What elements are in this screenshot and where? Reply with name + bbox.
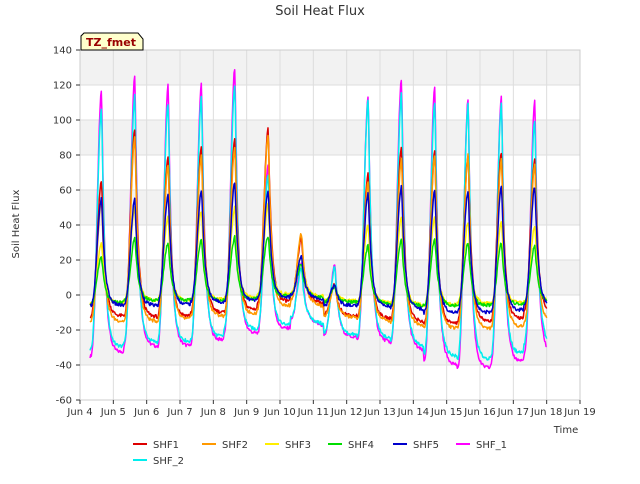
- background-band: [80, 190, 580, 225]
- x-tick-label: Jun 5: [100, 407, 126, 418]
- legend-label-shf1: SHF1: [153, 440, 179, 451]
- y-tick-label: -40: [56, 361, 72, 372]
- annotation-label: TZ_fmet: [86, 36, 136, 49]
- annotation-box: TZ_fmet: [80, 32, 144, 51]
- y-tick-label: -20: [56, 326, 72, 337]
- y-tick-label: -60: [56, 396, 72, 407]
- x-axis-label: Time: [553, 425, 578, 436]
- chart-title: Soil Heat Flux: [275, 4, 365, 19]
- y-tick-label: 80: [59, 151, 72, 162]
- x-tick-label: Jun 8: [200, 407, 226, 418]
- x-tick-label: Jun 11: [297, 407, 330, 418]
- legend-label-shf5: SHF5: [413, 440, 439, 451]
- x-ticks: Jun 4 Jun 5 Jun 6 Jun 7 Jun 8 Jun 9 Jun 10 Jun …: [66, 400, 596, 418]
- background-bands: [80, 50, 580, 365]
- background-band: [80, 120, 580, 155]
- legend-label-shf2: SHF2: [222, 440, 248, 451]
- y-axis-label: Soil Heat Flux: [11, 189, 22, 258]
- x-tick-label: Jun 12: [330, 407, 363, 418]
- y-tick-label: 20: [59, 256, 72, 267]
- x-tick-label: Jun 10: [263, 407, 296, 418]
- legend-label-shf-1: SHF_1: [476, 440, 507, 451]
- x-tick-label: Jun 7: [166, 407, 192, 418]
- legend-label-shf3: SHF3: [285, 440, 311, 451]
- legend-label-shf-2: SHF_2: [153, 456, 184, 467]
- y-ticks: -60 -40 -20 0 20 40 60 80 100 120 140: [53, 46, 80, 407]
- y-tick-label: 40: [59, 221, 72, 232]
- x-tick-label: Jun 16: [463, 407, 496, 418]
- chart-root: Soil Heat Flux Soil Heat Flux Time -60 -4…: [0, 0, 640, 480]
- x-tick-label: Jun 17: [497, 407, 530, 418]
- x-tick-label: Jun 4: [66, 407, 92, 418]
- legend-label-shf4: SHF4: [348, 440, 374, 451]
- soil-heat-flux-chart: Soil Heat Flux Soil Heat Flux Time -60 -4…: [11, 4, 596, 467]
- x-tick-label: Jun 13: [363, 407, 396, 418]
- x-tick-label: Jun 6: [133, 407, 159, 418]
- y-tick-label: 120: [53, 81, 72, 92]
- x-tick-label: Jun 9: [233, 407, 259, 418]
- y-tick-label: 60: [59, 186, 72, 197]
- x-tick-label: Jun 19: [563, 407, 596, 418]
- y-tick-label: 0: [66, 291, 72, 302]
- legend: SHF1 SHF2 SHF3 SHF4 SHF5 SHF_1 SHF_2: [133, 440, 507, 467]
- y-tick-label: 140: [53, 46, 72, 57]
- x-tick-label: Jun 18: [530, 407, 563, 418]
- x-tick-label: Jun 14: [397, 407, 430, 418]
- background-band: [80, 50, 580, 85]
- x-tick-label: Jun 15: [430, 407, 463, 418]
- y-tick-label: 100: [53, 116, 72, 127]
